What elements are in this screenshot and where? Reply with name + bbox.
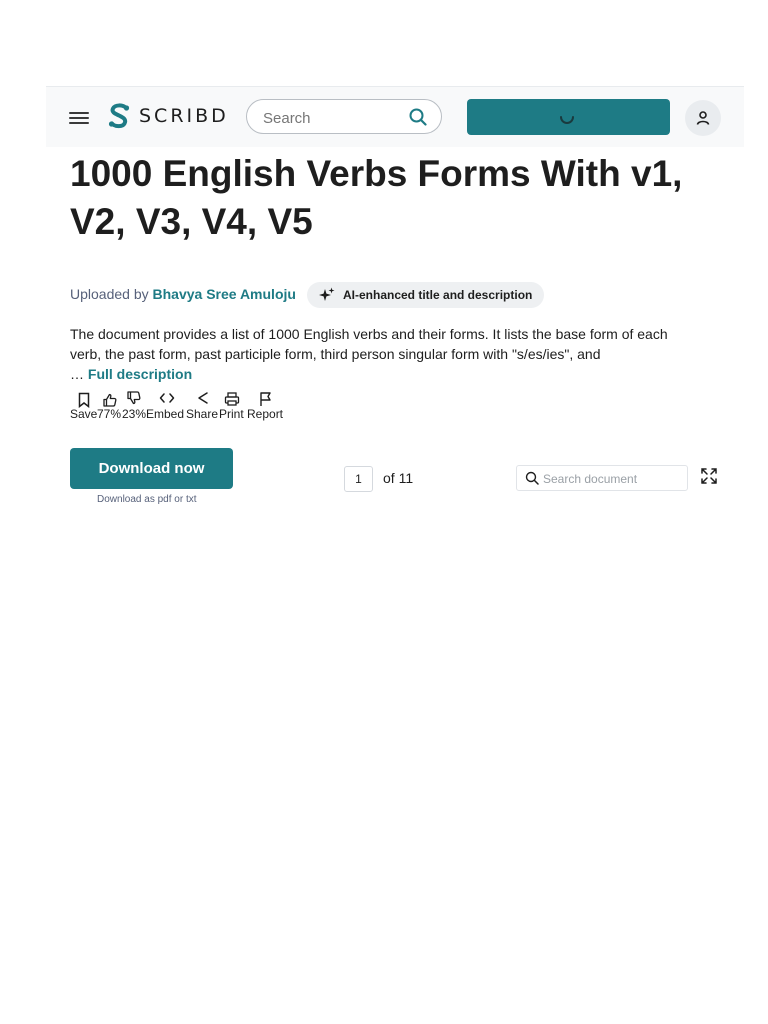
scribd-logo[interactable]: SCRIBD [107, 103, 229, 129]
thumbs-up-icon [103, 393, 117, 407]
page-number-input[interactable] [344, 466, 373, 492]
sparkle-icon [319, 287, 335, 301]
top-nav-bar: SCRIBD [46, 86, 744, 147]
flag-icon [260, 392, 271, 406]
share-label: Share [186, 407, 219, 421]
uploaded-by-label: Uploaded by [70, 286, 149, 302]
save-label: Save [70, 407, 98, 421]
loading-cta-button[interactable] [467, 99, 670, 135]
thumbs-down-icon [127, 391, 141, 405]
breadcrumb-clipped [70, 140, 290, 146]
site-search [246, 99, 442, 134]
document-search-input[interactable] [541, 470, 685, 488]
download-now-button[interactable]: Download now [70, 448, 233, 489]
document-title: 1000 English Verbs Forms With v1, V2, V3… [70, 153, 683, 242]
code-icon [159, 393, 175, 403]
fullscreen-icon[interactable] [700, 467, 718, 485]
ai-badge-label: AI-enhanced title and description [343, 288, 533, 302]
share-icon [198, 392, 208, 404]
loading-spinner-icon [560, 116, 574, 124]
user-icon [696, 111, 710, 125]
thumbs-down-percent: 23% [122, 407, 147, 421]
logo-text: SCRIBD [139, 105, 229, 127]
description-ellipsis: … [70, 366, 84, 382]
document-search [516, 465, 688, 491]
print-label: Print [219, 407, 244, 421]
uploader-line: Uploaded by Bhavya Sree Amuloju [70, 286, 296, 302]
uploader-link[interactable]: Bhavya Sree Amuloju [153, 286, 296, 302]
ai-enhanced-badge: AI-enhanced title and description [307, 282, 545, 308]
print-icon [224, 392, 240, 406]
search-icon [525, 471, 539, 485]
description-text: The document provides a list of 1000 Eng… [70, 326, 668, 362]
bookmark-icon [78, 392, 90, 408]
thumbs-up-percent: 77% [97, 407, 122, 421]
embed-label: Embed [146, 407, 185, 421]
document-description: The document provides a list of 1000 Eng… [70, 324, 700, 384]
user-account-button[interactable] [685, 100, 721, 136]
scribd-logo-icon [108, 103, 130, 129]
menu-icon[interactable] [69, 112, 89, 124]
search-icon[interactable] [409, 108, 427, 126]
full-description-link[interactable]: Full description [88, 366, 192, 382]
download-format-hint: Download as pdf or txt [97, 494, 197, 505]
page-count: of 11 [383, 470, 414, 486]
search-input[interactable] [261, 108, 405, 128]
report-label: Report [247, 407, 284, 421]
